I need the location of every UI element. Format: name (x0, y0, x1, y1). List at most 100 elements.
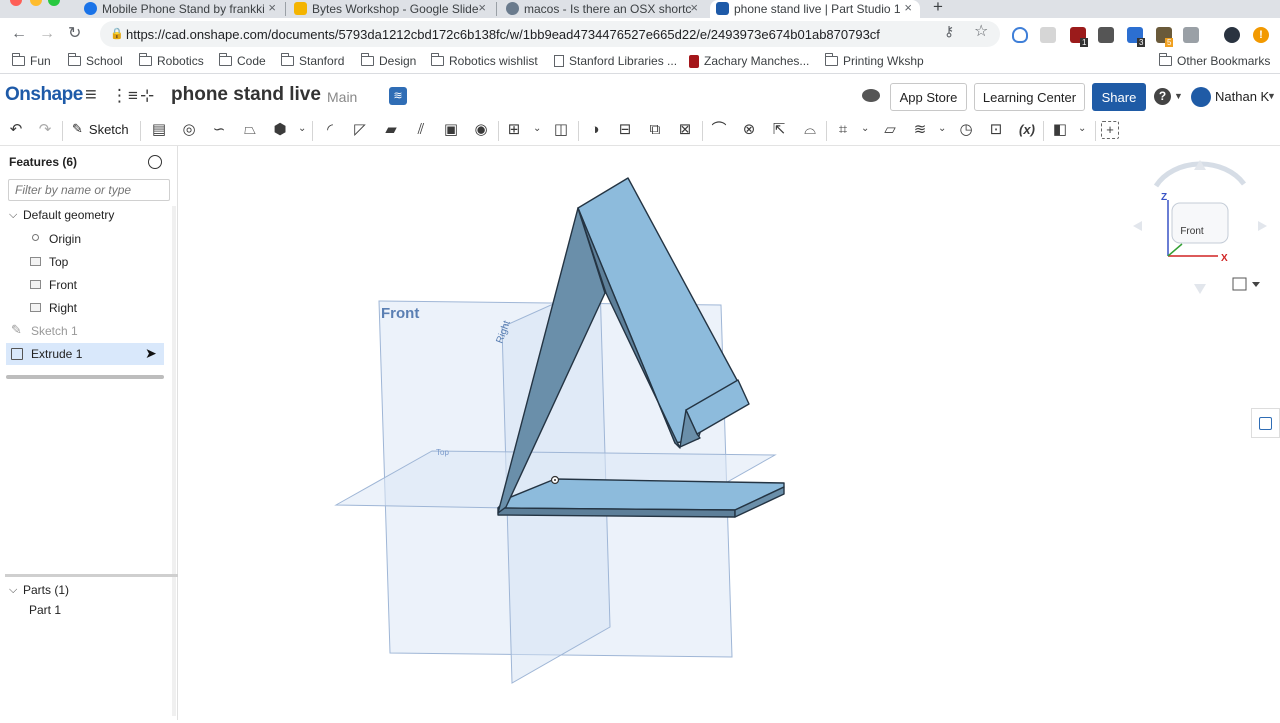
split-icon[interactable]: ⊟ (616, 121, 634, 139)
feature-extrude[interactable]: Extrude 1 (6, 343, 164, 365)
bookmark-folder[interactable]: Robotics wishlist (431, 53, 538, 68)
render-mode-icon[interactable] (1232, 277, 1247, 291)
chevron-down-icon[interactable]: ⌄ (861, 123, 869, 134)
bookmark-folder[interactable]: School (68, 53, 123, 68)
undo-icon[interactable]: ↶ (7, 121, 25, 139)
feature-sketch[interactable]: ✎ Sketch 1 (0, 320, 170, 342)
extension-shield-icon[interactable] (1012, 27, 1028, 43)
bookmark-star-icon[interactable]: ☆ (974, 21, 988, 41)
forward-arrow-icon[interactable]: → (39, 24, 55, 44)
minimize-window-button[interactable] (30, 0, 42, 6)
extension-icon[interactable] (1183, 27, 1199, 43)
browser-tab[interactable]: macos - Is there an OSX shortc × (500, 0, 706, 18)
measure-icon[interactable]: ⊡ (987, 121, 1005, 139)
parts-group[interactable]: ⌵ Parts (1) (0, 579, 170, 601)
chevron-down-icon[interactable]: ▼ (1267, 91, 1276, 101)
bookmark-folder[interactable]: Robotics (139, 53, 204, 68)
mirror-icon[interactable]: ◫ (552, 121, 570, 139)
chevron-down-icon[interactable]: ⌄ (938, 123, 946, 134)
learning-center-button[interactable]: Learning Center (974, 83, 1085, 111)
part-item[interactable]: Part 1 (0, 599, 170, 621)
document-title[interactable]: phone stand live (171, 84, 321, 106)
extension-icon[interactable] (1098, 27, 1114, 43)
user-avatar[interactable] (1191, 87, 1211, 107)
hamburger-menu-icon[interactable]: ≡ (85, 84, 97, 107)
reload-icon[interactable]: ↻ (68, 24, 81, 44)
profile-avatar[interactable] (1224, 27, 1240, 43)
move-face-icon[interactable]: ⇱ (770, 121, 788, 139)
chevron-down-icon[interactable]: ⌄ (533, 123, 541, 134)
horizontal-scrollbar[interactable] (6, 375, 164, 379)
chevron-down-icon[interactable]: ⌄ (298, 123, 306, 134)
model-canvas[interactable]: Front Right Top Front Z X (179, 146, 1280, 720)
share-button[interactable]: Share (1092, 83, 1146, 111)
draft-icon[interactable]: ▰ (382, 121, 400, 139)
view-cube-front-face[interactable] (1171, 202, 1229, 244)
rib-icon[interactable]: ⫽ (412, 121, 430, 139)
address-bar[interactable]: 🔒 https://cad.onshape.com/documents/5793… (100, 21, 1000, 47)
user-menu[interactable]: Nathan K (1215, 89, 1269, 104)
browser-tab-active[interactable]: phone stand live | Part Studio 1 × (710, 0, 920, 18)
feature-top-plane[interactable]: Top (0, 251, 170, 273)
bookmark-folder[interactable]: Printing Wkshp (825, 53, 924, 68)
chevron-down-icon[interactable] (1252, 282, 1260, 287)
help-icon[interactable]: ? (1154, 88, 1171, 105)
shell-icon[interactable]: ▣ (442, 121, 460, 139)
app-store-button[interactable]: App Store (890, 83, 967, 111)
version-graph-icon[interactable]: ≋ (389, 87, 407, 105)
thicken-icon[interactable]: ⬢ (271, 121, 289, 139)
plane-icon[interactable]: ▱ (881, 121, 899, 139)
rollback-timer-icon[interactable] (148, 155, 162, 169)
replace-face-icon[interactable]: ⌓ (801, 121, 819, 139)
bookmark-folder[interactable]: Design (361, 53, 416, 68)
feature-filter-input[interactable] (8, 179, 170, 201)
bookmark-folder[interactable]: Fun (12, 53, 51, 68)
view-right-arrow-icon[interactable] (1258, 221, 1267, 231)
linear-pattern-icon[interactable]: ⊞ (505, 121, 523, 139)
branch-name[interactable]: Main (327, 89, 357, 105)
delete-face-icon[interactable]: ⊗ (740, 121, 758, 139)
chamfer-icon[interactable]: ◸ (351, 121, 369, 139)
sweep-icon[interactable]: ∽ (210, 121, 228, 139)
custom-features-icon[interactable]: ◧ (1051, 121, 1069, 139)
bookmark-folder[interactable]: Code (219, 53, 266, 68)
panel-splitter[interactable] (5, 574, 178, 577)
view-left-arrow-icon[interactable] (1133, 221, 1142, 231)
browser-tab[interactable]: Mobile Phone Stand by frankki × (78, 0, 284, 18)
bookmark-folder[interactable]: Stanford (281, 53, 344, 68)
tab-close-icon[interactable]: × (268, 0, 276, 15)
tab-close-icon[interactable]: × (690, 0, 698, 15)
mate-connector-icon[interactable]: ◷ (957, 121, 975, 139)
offset-surface-icon[interactable]: ⌗ (834, 121, 852, 139)
hole-icon[interactable]: ◉ (472, 121, 490, 139)
feature-origin[interactable]: Origin (0, 228, 170, 250)
insert-icon[interactable]: ⊹ (140, 86, 154, 106)
extrude-icon[interactable]: ▤ (150, 121, 168, 139)
browser-tab[interactable]: Bytes Workshop - Google Slide × (288, 0, 494, 18)
other-bookmarks-folder[interactable]: Other Bookmarks (1159, 53, 1270, 68)
key-icon[interactable]: ⚷ (944, 23, 954, 40)
loft-icon[interactable]: ⏢ (241, 121, 259, 139)
revolve-icon[interactable]: ◎ (180, 121, 198, 139)
tab-close-icon[interactable]: × (478, 0, 486, 15)
bookmark-link[interactable]: Zachary Manches... (689, 54, 809, 68)
fillet-icon[interactable]: ◜ (321, 121, 339, 139)
transform-icon[interactable]: ⧉ (646, 121, 664, 139)
default-geometry-group[interactable]: ⌵ Default geometry (0, 204, 170, 226)
view-cube[interactable]: Front Z X (1133, 160, 1267, 294)
chevron-down-icon[interactable]: ▼ (1174, 91, 1183, 101)
redo-icon[interactable]: ↷ (36, 121, 54, 139)
tab-manager-icon[interactable]: ⋮≡ (111, 86, 138, 106)
add-custom-feature-icon[interactable]: + (1101, 121, 1119, 139)
bookmark-link[interactable]: Stanford Libraries ... (554, 54, 677, 68)
feature-front-plane[interactable]: Front (0, 274, 170, 296)
onshape-logo[interactable]: Onshape (5, 84, 83, 106)
chevron-down-icon[interactable]: ⌵ (9, 209, 17, 222)
feature-right-plane[interactable]: Right (0, 297, 170, 319)
helix-icon[interactable]: ≋ (911, 121, 929, 139)
update-alert-icon[interactable]: ! (1253, 27, 1269, 43)
boolean-icon[interactable]: ◑ (586, 121, 604, 139)
close-window-button[interactable] (10, 0, 22, 6)
new-tab-button[interactable]: + (933, 0, 943, 17)
delete-part-icon[interactable]: ⊠ (676, 121, 694, 139)
